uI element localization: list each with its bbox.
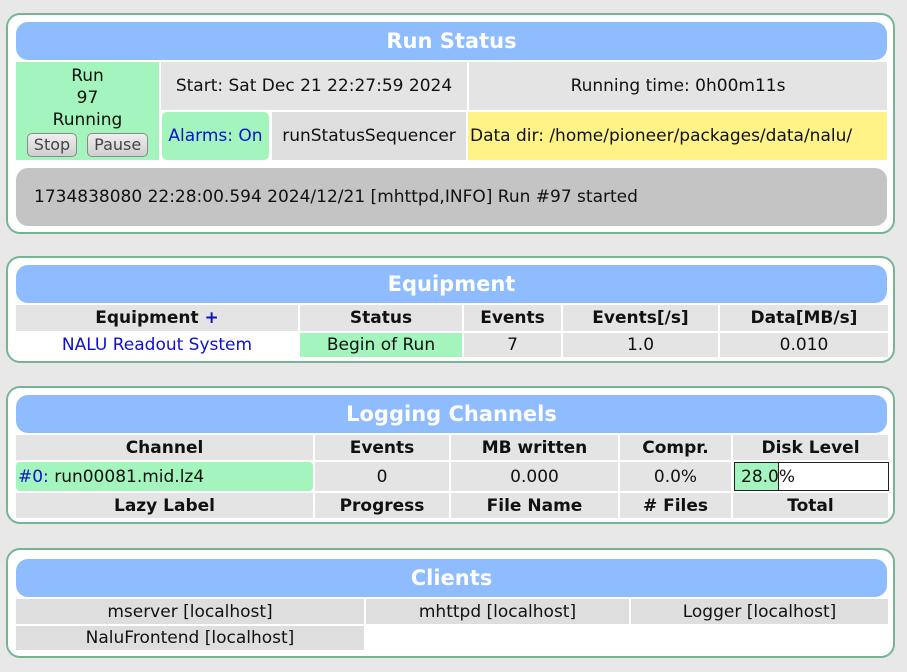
stop-button[interactable]: Stop <box>26 133 78 157</box>
col-progress: Progress <box>315 493 449 518</box>
col-status: Status <box>300 305 462 331</box>
channel-cell: #0: run00081.mid.lz4 <box>16 462 313 491</box>
equipment-status: Begin of Run <box>300 333 462 357</box>
mb-written: 0.000 <box>451 462 618 491</box>
pause-button[interactable]: Pause <box>87 133 149 157</box>
run-status-title: Run Status <box>16 22 887 60</box>
sequencer-status[interactable]: runStatusSequencer <box>272 112 466 160</box>
equipment-title: Equipment <box>16 265 887 303</box>
client-item: NaluFrontend [localhost] <box>16 626 364 650</box>
channel-file: run00081.mid.lz4 <box>54 466 205 487</box>
equipment-name-link[interactable]: NALU Readout System <box>16 333 298 357</box>
data-dir: Data dir: /home/pioneer/packages/data/na… <box>468 112 887 160</box>
logging-panel: Logging Channels Channel Events MB writt… <box>6 386 895 524</box>
disk-level-text: 28.0% <box>741 467 796 487</box>
col-file-name: File Name <box>451 493 618 518</box>
col-num-files: # Files <box>620 493 731 518</box>
run-state: Running <box>52 110 123 130</box>
client-item: Logger [localhost] <box>631 599 888 624</box>
run-number: 97 <box>76 88 99 108</box>
logging-title: Logging Channels <box>16 395 887 433</box>
log-events: 0 <box>315 462 449 491</box>
client-item: mhttpd [localhost] <box>366 599 629 624</box>
run-start-time: Start: Sat Dec 21 22:27:59 2024 <box>161 62 467 110</box>
clients-title: Clients <box>16 559 887 597</box>
run-state-label: Run <box>71 66 104 86</box>
disk-level-bar: 28.0% <box>734 462 889 491</box>
col-events-rate: Events[/s] <box>563 305 718 331</box>
channel-link[interactable]: #0: <box>18 467 49 487</box>
add-equipment-icon[interactable]: + <box>205 308 219 328</box>
col-mb-written: MB written <box>451 435 618 460</box>
col-events: Events <box>464 305 561 331</box>
client-item: mserver [localhost] <box>16 599 364 624</box>
clients-panel: Clients mserver [localhost] mhttpd [loca… <box>6 548 895 658</box>
col-disk-level: Disk Level <box>733 435 888 460</box>
col-log-events: Events <box>315 435 449 460</box>
run-state-box: Run 97 Running Stop Pause <box>16 62 159 160</box>
equipment-events: 7 <box>464 333 561 357</box>
col-data-rate: Data[MB/s] <box>720 305 888 331</box>
equipment-data-rate: 0.010 <box>720 333 888 357</box>
running-time: Running time: 0h00m11s <box>469 62 887 110</box>
alarms-status[interactable]: Alarms: On <box>162 112 269 160</box>
col-compression: Compr. <box>620 435 731 460</box>
run-status-panel: Run Status Run 97 Running Stop Pause Sta… <box>6 13 895 234</box>
col-equipment-label: Equipment <box>95 308 199 328</box>
col-total: Total <box>733 493 888 518</box>
equipment-events-rate: 1.0 <box>563 333 718 357</box>
compression: 0.0% <box>620 462 731 491</box>
equipment-panel: Equipment Equipment + Status Events Even… <box>6 256 895 363</box>
message-bar[interactable]: 1734838080 22:28:00.594 2024/12/21 [mhtt… <box>16 168 887 226</box>
col-channel: Channel <box>16 435 313 460</box>
col-lazy-label: Lazy Label <box>16 493 313 518</box>
col-equipment: Equipment + <box>16 305 298 331</box>
